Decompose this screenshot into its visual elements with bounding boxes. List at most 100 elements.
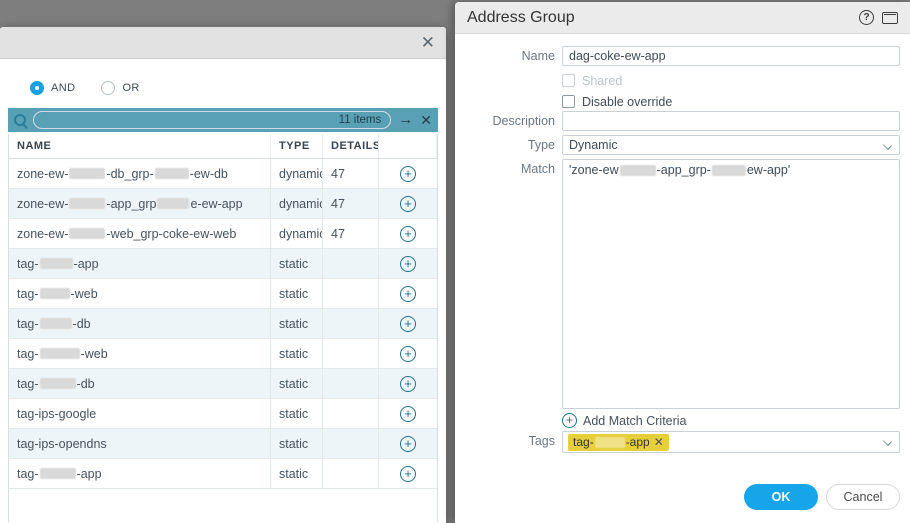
text-segment: 'zone-ew <box>569 163 619 177</box>
add-criterion-icon[interactable]: + <box>400 406 416 422</box>
type-row: Type Dynamic <box>455 135 910 155</box>
row-type: static <box>271 339 323 368</box>
search-input[interactable]: 11 items <box>33 111 391 129</box>
redacted-text <box>40 288 70 299</box>
criteria-table: NAME TYPE DETAILS zone-ew--db_grp--ew-db… <box>8 134 438 522</box>
text-segment: -web <box>81 347 108 361</box>
text-segment: tag- <box>17 467 39 481</box>
dimmed-backdrop: ✕ AND OR 11 items → ✕ <box>0 0 910 523</box>
disable-override-checkbox[interactable] <box>562 95 575 108</box>
apply-filter-arrow-icon[interactable]: → <box>398 111 413 129</box>
text-segment: ew-app' <box>747 163 790 177</box>
redacted-text <box>69 198 105 209</box>
disable-override-label: Disable override <box>582 95 672 109</box>
dialog-footer: OK Cancel <box>744 484 900 510</box>
row-details <box>323 429 379 458</box>
redacted-text <box>157 198 189 209</box>
text-segment: zone-ew- <box>17 227 68 241</box>
radio-option-or[interactable]: OR <box>101 81 139 95</box>
add-criterion-icon[interactable]: + <box>400 226 416 242</box>
row-type: static <box>271 279 323 308</box>
tags-select[interactable]: tag--app ✕ <box>562 431 900 453</box>
row-details <box>323 399 379 428</box>
table-row: tag--dbstatic+ <box>9 309 437 339</box>
add-criterion-icon[interactable]: + <box>400 256 416 272</box>
name-input[interactable] <box>562 46 900 66</box>
row-type: static <box>271 369 323 398</box>
row-actions: + <box>379 249 437 278</box>
clear-filter-icon[interactable]: ✕ <box>420 111 432 129</box>
ok-button[interactable]: OK <box>744 484 818 510</box>
remove-tag-icon[interactable]: ✕ <box>654 435 664 449</box>
row-type: dynamic <box>271 189 323 218</box>
tag-chip-text: tag--app <box>573 435 650 449</box>
text-segment: -app <box>626 435 650 449</box>
radio-and-icon[interactable] <box>30 81 44 95</box>
row-actions: + <box>379 219 437 248</box>
description-input[interactable] <box>562 111 900 131</box>
plus-icon: + <box>562 413 577 428</box>
add-criterion-icon[interactable]: + <box>400 466 416 482</box>
column-header-name: NAME <box>9 134 271 158</box>
panel-header: Address Group ? <box>455 2 910 34</box>
row-actions: + <box>379 369 437 398</box>
window-dock-icon[interactable] <box>882 12 898 24</box>
match-label: Match <box>455 159 555 176</box>
text-segment: tag- <box>17 317 39 331</box>
items-count-badge: 11 items <box>339 114 382 126</box>
redacted-text <box>69 168 105 179</box>
address-group-panel: Address Group ? Name Shared Disable over… <box>455 2 910 523</box>
header-icons: ? <box>859 10 898 25</box>
column-header-actions <box>379 134 437 158</box>
add-criterion-icon[interactable]: + <box>400 196 416 212</box>
add-criterion-icon[interactable]: + <box>400 316 416 332</box>
add-criterion-icon[interactable]: + <box>400 286 416 302</box>
text-segment: tag- <box>17 347 39 361</box>
row-type: static <box>271 459 323 488</box>
add-criterion-icon[interactable]: + <box>400 166 416 182</box>
name-row: Name <box>455 46 910 66</box>
row-name: tag--web <box>9 279 271 308</box>
add-criterion-icon[interactable]: + <box>400 346 416 362</box>
row-actions: + <box>379 339 437 368</box>
text-segment: -web <box>71 287 98 301</box>
match-row: Match 'zone-ew-app_grp-ew-app' <box>455 159 910 409</box>
radio-and-label: AND <box>51 82 75 94</box>
row-actions: + <box>379 459 437 488</box>
row-details <box>323 459 379 488</box>
add-criterion-icon[interactable]: + <box>400 376 416 392</box>
text-segment: zone-ew- <box>17 197 68 211</box>
table-row: tag- -web static + <box>9 339 437 369</box>
help-icon[interactable]: ? <box>859 10 874 25</box>
match-textarea[interactable]: 'zone-ew-app_grp-ew-app' <box>562 159 900 409</box>
criteria-table-body: zone-ew--db_grp--ew-dbdynamic47+zone-ew-… <box>9 159 437 489</box>
radio-option-and[interactable]: AND <box>30 81 75 95</box>
table-row: zone-ew--app_grpe-ew-appdynamic47+ <box>9 189 437 219</box>
radio-or-label: OR <box>122 82 139 94</box>
redacted-text <box>40 258 73 269</box>
row-name: tag--db <box>9 369 271 398</box>
table-row: tag--appstatic+ <box>9 249 437 279</box>
close-icon[interactable]: ✕ <box>421 33 435 53</box>
row-name: tag--db <box>9 309 271 338</box>
redacted-text <box>40 348 80 359</box>
row-name: tag-ips-opendns <box>9 429 271 458</box>
table-row: tag--webstatic + <box>9 279 437 309</box>
redacted-text <box>595 437 625 448</box>
redacted-text <box>69 228 105 239</box>
type-select[interactable]: Dynamic <box>562 135 900 155</box>
radio-or-icon[interactable] <box>101 81 115 95</box>
tag-chip: tag--app ✕ <box>568 434 669 451</box>
dialog-body: AND OR 11 items → ✕ NAME TYPE <box>0 80 446 522</box>
text-segment: -app_grp <box>106 197 156 211</box>
shared-checkbox-row: Shared <box>562 73 910 88</box>
add-match-criteria-button[interactable]: + Add Match Criteria <box>562 412 910 429</box>
row-name: zone-ew--app_grpe-ew-app <box>9 189 271 218</box>
add-criterion-icon[interactable]: + <box>400 436 416 452</box>
logic-radio-group: AND OR <box>30 80 438 95</box>
row-name: tag--app <box>9 249 271 278</box>
cancel-button[interactable]: Cancel <box>826 484 900 510</box>
text-segment: tag- <box>17 377 39 391</box>
table-row: tag--dbstatic + <box>9 369 437 399</box>
row-details <box>323 369 379 398</box>
